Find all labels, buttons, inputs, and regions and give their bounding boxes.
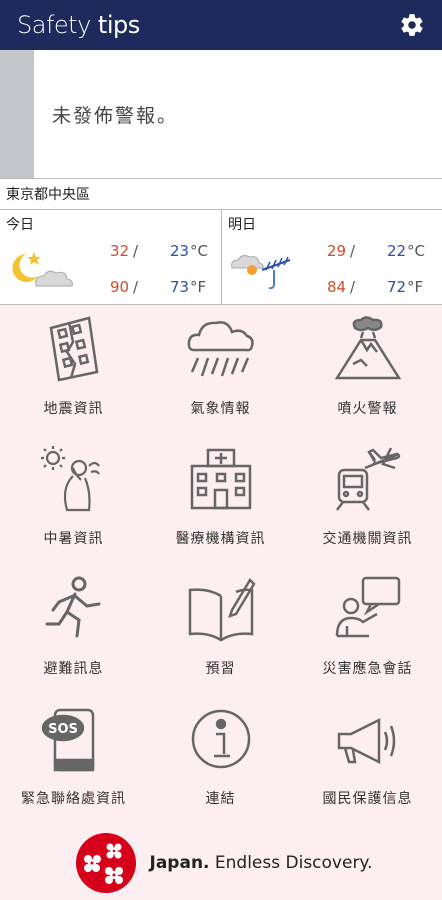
- menu-label: 氣象情報: [190, 401, 251, 417]
- menu-emergency-conversation[interactable]: 災害應急會話: [294, 566, 441, 696]
- menu-weather-info[interactable]: 氣象情報: [147, 306, 294, 436]
- menu-label: 預習: [205, 661, 236, 677]
- menu-label: 連結: [205, 791, 236, 807]
- alert-status-bar: [0, 50, 34, 178]
- today-unit-f: °F: [190, 278, 207, 296]
- tomorrow-sep-f: /: [350, 278, 356, 296]
- tomorrow-high-f: 84: [327, 278, 347, 296]
- menu-label: 噴火警報: [337, 401, 398, 417]
- today-low-c: 23: [170, 242, 190, 260]
- footer-brand: Japan.: [149, 853, 210, 873]
- today-high-f: 90: [110, 278, 130, 296]
- menu-label: 國民保護信息: [322, 791, 413, 807]
- app-header: Safety tips: [0, 0, 442, 50]
- footer-banner[interactable]: Japan. Endless Discovery.: [0, 826, 442, 900]
- menu-civil-protection[interactable]: 國民保護信息: [294, 696, 441, 826]
- sos-phone-icon: SOS: [41, 708, 94, 772]
- moon-cloud-icon: [12, 252, 73, 287]
- menu-grid: 地震資訊 氣象情報 噴火警報 中暑資訊 醫療機構資訊 交通機關資訊 避難訊息 預…: [0, 306, 442, 826]
- app-title-part2: tips: [90, 11, 140, 39]
- footer-slogan: Japan. Endless Discovery.: [150, 853, 373, 873]
- footer-tagline: Endless Discovery.: [209, 853, 373, 873]
- train-plane-icon: [335, 447, 400, 511]
- volcano-icon: [334, 316, 401, 380]
- menu-emergency-contacts[interactable]: SOS 緊急聯絡處資訊: [0, 696, 147, 826]
- tomorrow-unit-c: °C: [407, 242, 425, 260]
- tomorrow-low-f: 72: [387, 278, 407, 296]
- svg-text:SOS: SOS: [48, 722, 78, 737]
- weather-panel[interactable]: 東京都中央區 今日 32 / 23 °C 90 / 73 °F 明日 29 / …: [0, 178, 442, 305]
- megaphone-icon: [337, 717, 395, 765]
- menu-evacuation-info[interactable]: 避難訊息: [0, 566, 147, 696]
- menu-heatstroke-info[interactable]: 中暑資訊: [0, 436, 147, 566]
- tomorrow-sep-c: /: [350, 242, 356, 260]
- today-low-f: 73: [170, 278, 190, 296]
- japan-cherry-blossom-logo-icon: [75, 833, 136, 893]
- hospital-icon: [190, 448, 251, 510]
- today-unit-c: °C: [190, 242, 208, 260]
- menu-label: 緊急聯絡處資訊: [21, 791, 126, 807]
- alert-panel[interactable]: 未發佈警報。: [0, 50, 442, 178]
- today-high-c: 32: [110, 242, 130, 260]
- today-sep-c: /: [133, 242, 139, 260]
- heatstroke-icon: [40, 446, 100, 512]
- day-label-today: 今日: [6, 217, 34, 233]
- menu-label: 中暑資訊: [43, 531, 104, 547]
- menu-medical-info[interactable]: 醫療機構資訊: [147, 436, 294, 566]
- weather-today: 今日 32 / 23 °C 90 / 73 °F: [0, 210, 221, 305]
- rain-cloud-icon: [187, 321, 254, 377]
- app-title: Safety tips: [17, 11, 140, 39]
- menu-earthquake-info[interactable]: 地震資訊: [0, 306, 147, 436]
- menu-label: 地震資訊: [43, 401, 104, 417]
- earthquake-building-icon: [49, 316, 98, 382]
- weather-location: 東京都中央區: [0, 179, 442, 210]
- today-sep-f: /: [133, 278, 139, 296]
- menu-label: 醫療機構資訊: [175, 531, 266, 547]
- app-title-part1: Safety: [17, 11, 91, 39]
- menu-practice[interactable]: 預習: [147, 566, 294, 696]
- menu-transport-info[interactable]: 交通機關資訊: [294, 436, 441, 566]
- tomorrow-high-c: 29: [327, 242, 347, 260]
- open-book-icon: [188, 577, 256, 642]
- menu-links[interactable]: 連結: [147, 696, 294, 826]
- menu-label: 交通機關資訊: [322, 531, 413, 547]
- cloud-sun-rain-icon: [231, 255, 291, 290]
- menu-label: 災害應急會話: [322, 661, 413, 677]
- info-icon: [191, 709, 250, 769]
- alert-message: 未發佈警報。: [52, 104, 179, 127]
- menu-volcano-warning[interactable]: 噴火警報: [294, 306, 441, 436]
- menu-label: 避難訊息: [43, 661, 104, 677]
- weather-tomorrow: 明日 29 / 22 °C 84 / 72 °F: [221, 210, 442, 305]
- tomorrow-unit-f: °F: [407, 278, 424, 296]
- running-person-icon: [45, 576, 100, 638]
- tomorrow-low-c: 22: [387, 242, 407, 260]
- day-label-tomorrow: 明日: [228, 217, 256, 233]
- speaking-person-icon: [335, 576, 400, 638]
- gear-icon[interactable]: [398, 11, 426, 39]
